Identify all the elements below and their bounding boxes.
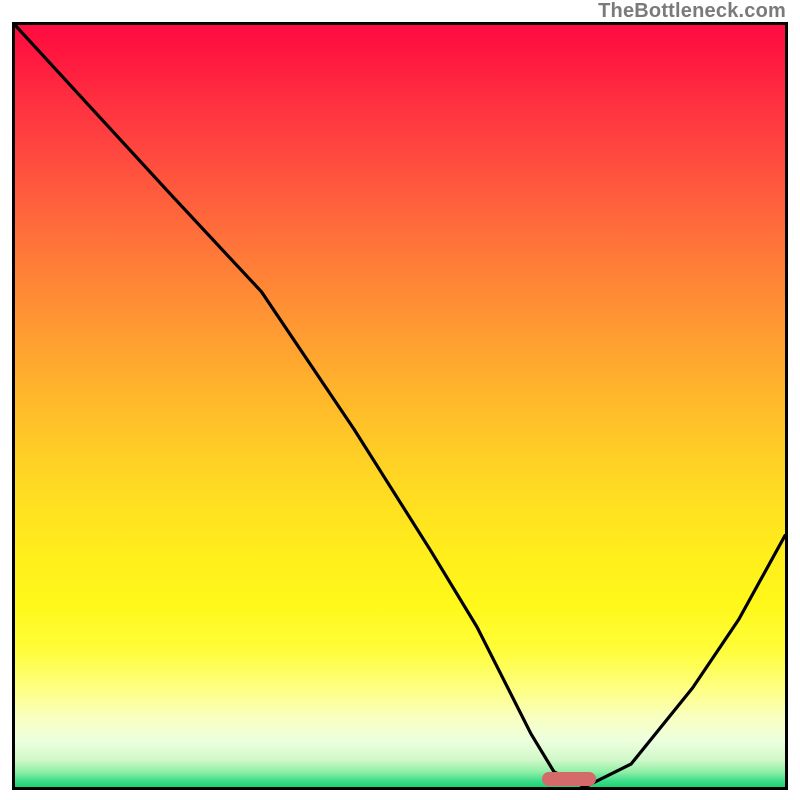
- chart-frame: [12, 22, 788, 790]
- optimum-marker: [542, 772, 596, 786]
- bottleneck-curve: [15, 25, 785, 787]
- watermark-text: TheBottleneck.com: [598, 0, 786, 23]
